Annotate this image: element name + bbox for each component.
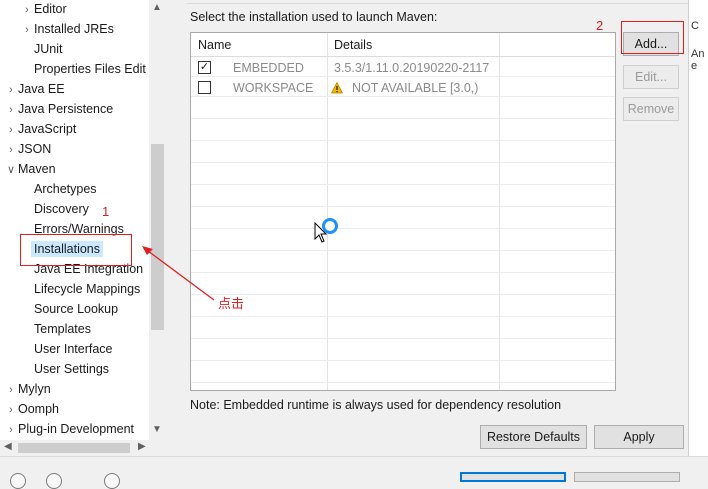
installations-highlight-box bbox=[20, 234, 132, 266]
tree-item-java-ee[interactable]: › Java EE bbox=[4, 79, 65, 100]
embedded-runtime-note: Note: Embedded runtime is always used fo… bbox=[190, 398, 562, 412]
chevron-right-icon[interactable]: › bbox=[4, 80, 18, 100]
tree-item-label: Maven bbox=[18, 162, 56, 176]
h-scrollbar-thumb[interactable] bbox=[18, 443, 130, 453]
tree-item-label: Java Persistence bbox=[18, 102, 114, 116]
chevron-down-icon[interactable]: ∨ bbox=[4, 160, 18, 180]
chevron-right-icon[interactable]: › bbox=[4, 380, 18, 400]
tree-item-maven[interactable]: ∨ Maven bbox=[4, 159, 56, 179]
tree-item-discovery[interactable]: Discovery bbox=[20, 199, 89, 219]
tree-item-label: Oomph bbox=[18, 402, 59, 416]
tree-item-installed-jres[interactable]: › Installed JREs bbox=[20, 19, 114, 39]
embedded-checkbox[interactable]: ✓ bbox=[198, 61, 211, 74]
tree-item-mylyn[interactable]: › Mylyn bbox=[4, 379, 51, 399]
tree-item-archetypes[interactable]: Archetypes bbox=[20, 179, 97, 199]
cancel-button[interactable] bbox=[574, 472, 680, 482]
import-icon[interactable] bbox=[46, 473, 62, 489]
table-row-name[interactable]: WORKSPACE bbox=[233, 81, 313, 95]
scroll-down-icon[interactable]: ▼ bbox=[152, 424, 162, 435]
add-button-highlight-box bbox=[621, 21, 684, 54]
mouse-cursor-icon bbox=[314, 222, 328, 243]
tree-item-label: Plug-in Development bbox=[18, 422, 135, 436]
restore-defaults-button[interactable]: Restore Defaults bbox=[480, 425, 587, 449]
adjacent-panel-edge: C An e bbox=[688, 0, 708, 456]
tree-item-properties-files-edit[interactable]: Properties Files Edit bbox=[20, 59, 146, 79]
chevron-right-icon[interactable]: › bbox=[4, 100, 18, 120]
chevron-right-icon[interactable]: › bbox=[20, 0, 34, 20]
export-icon[interactable] bbox=[104, 473, 120, 489]
scroll-up-icon[interactable]: ▲ bbox=[152, 2, 162, 13]
tree-horizontal-scrollbar[interactable]: ◀ ▶ bbox=[0, 440, 166, 456]
tree-item-label: Archetypes bbox=[34, 182, 97, 196]
tree-item-user-settings[interactable]: User Settings bbox=[20, 359, 109, 379]
help-icon[interactable] bbox=[10, 473, 26, 489]
tree-item-java-persistence[interactable]: › Java Persistence bbox=[4, 99, 113, 119]
scroll-right-icon[interactable]: ▶ bbox=[138, 441, 146, 452]
tree-item-user-interface[interactable]: User Interface bbox=[20, 339, 113, 359]
tree-item-label: Source Lookup bbox=[34, 302, 119, 316]
tree-item-label: Java EE bbox=[18, 82, 65, 96]
tree-item-label: Mylyn bbox=[18, 382, 51, 396]
tree-item-json[interactable]: › JSON bbox=[4, 139, 51, 159]
annotation-marker-2: 2 bbox=[596, 18, 604, 33]
tree-item-label: Lifecycle Mappings bbox=[34, 282, 141, 296]
workspace-checkbox[interactable] bbox=[198, 81, 211, 94]
tree-item-source-lookup[interactable]: Source Lookup bbox=[20, 299, 118, 319]
table-row-details[interactable]: 3.5.3/1.11.0.20190220-2117 bbox=[334, 61, 489, 75]
annotation-arrow-icon bbox=[142, 246, 215, 301]
table-row-name[interactable]: EMBEDDED bbox=[233, 61, 304, 75]
tree-item-label: Installed JREs bbox=[34, 22, 114, 36]
tree-item-label: Editor bbox=[34, 2, 67, 16]
tree-item-label: Discovery bbox=[34, 202, 89, 216]
edge-text-line2: An e bbox=[691, 48, 705, 72]
pane-top-border bbox=[187, 0, 690, 4]
tree-item-label: JavaScript bbox=[18, 122, 77, 136]
column-header-name[interactable]: Name bbox=[198, 38, 231, 52]
warning-icon bbox=[331, 82, 343, 94]
remove-button[interactable]: Remove bbox=[623, 97, 679, 121]
tree-item-label: Properties Files Edit bbox=[34, 62, 146, 76]
chevron-right-icon[interactable]: › bbox=[4, 400, 18, 420]
apply-button[interactable]: Apply bbox=[594, 425, 684, 449]
edit-button[interactable]: Edit... bbox=[623, 65, 679, 89]
chevron-right-icon[interactable]: › bbox=[4, 140, 18, 160]
tree-item-javascript[interactable]: › JavaScript bbox=[4, 119, 76, 139]
apply-and-close-button[interactable] bbox=[460, 472, 566, 482]
preference-tree: › Editor › Installed JREs JUnit Properties Fi… bbox=[0, 0, 166, 456]
annotation-marker-1: 1 bbox=[102, 204, 110, 219]
tree-item-oomph[interactable]: › Oomph bbox=[4, 399, 59, 419]
tree-item-label: User Settings bbox=[34, 362, 110, 376]
tree-item-templates[interactable]: Templates bbox=[20, 319, 91, 339]
table-row-details[interactable]: NOT AVAILABLE [3.0,) bbox=[352, 81, 478, 95]
chevron-right-icon[interactable]: › bbox=[4, 420, 18, 440]
scroll-left-icon[interactable]: ◀ bbox=[4, 441, 12, 452]
chevron-right-icon[interactable]: › bbox=[4, 120, 18, 140]
tree-item-plug-in-development[interactable]: › Plug-in Development bbox=[4, 419, 134, 439]
tree-item-label: JSON bbox=[18, 142, 52, 156]
tree-item-lifecycle-mappings[interactable]: Lifecycle Mappings bbox=[20, 279, 140, 299]
tree-vertical-scrollbar[interactable]: ▲ ▼ bbox=[149, 0, 166, 440]
edge-text-line1: C bbox=[691, 20, 699, 32]
tree-item-junit[interactable]: JUnit bbox=[20, 39, 62, 59]
tree-item-label: User Interface bbox=[34, 342, 113, 356]
section-label: Select the installation used to launch M… bbox=[190, 10, 438, 24]
tree-item-label: JUnit bbox=[34, 42, 63, 56]
installations-table[interactable]: Name Details ✓ EMBEDDED 3.5.3/1.11.0.201… bbox=[190, 32, 616, 391]
tree-item-label: Templates bbox=[34, 322, 91, 336]
column-header-details[interactable]: Details bbox=[334, 38, 372, 52]
annotation-click-label: 点击 bbox=[218, 297, 245, 312]
chevron-right-icon[interactable]: › bbox=[20, 20, 34, 40]
tree-item-editor[interactable]: › Editor bbox=[20, 0, 67, 19]
